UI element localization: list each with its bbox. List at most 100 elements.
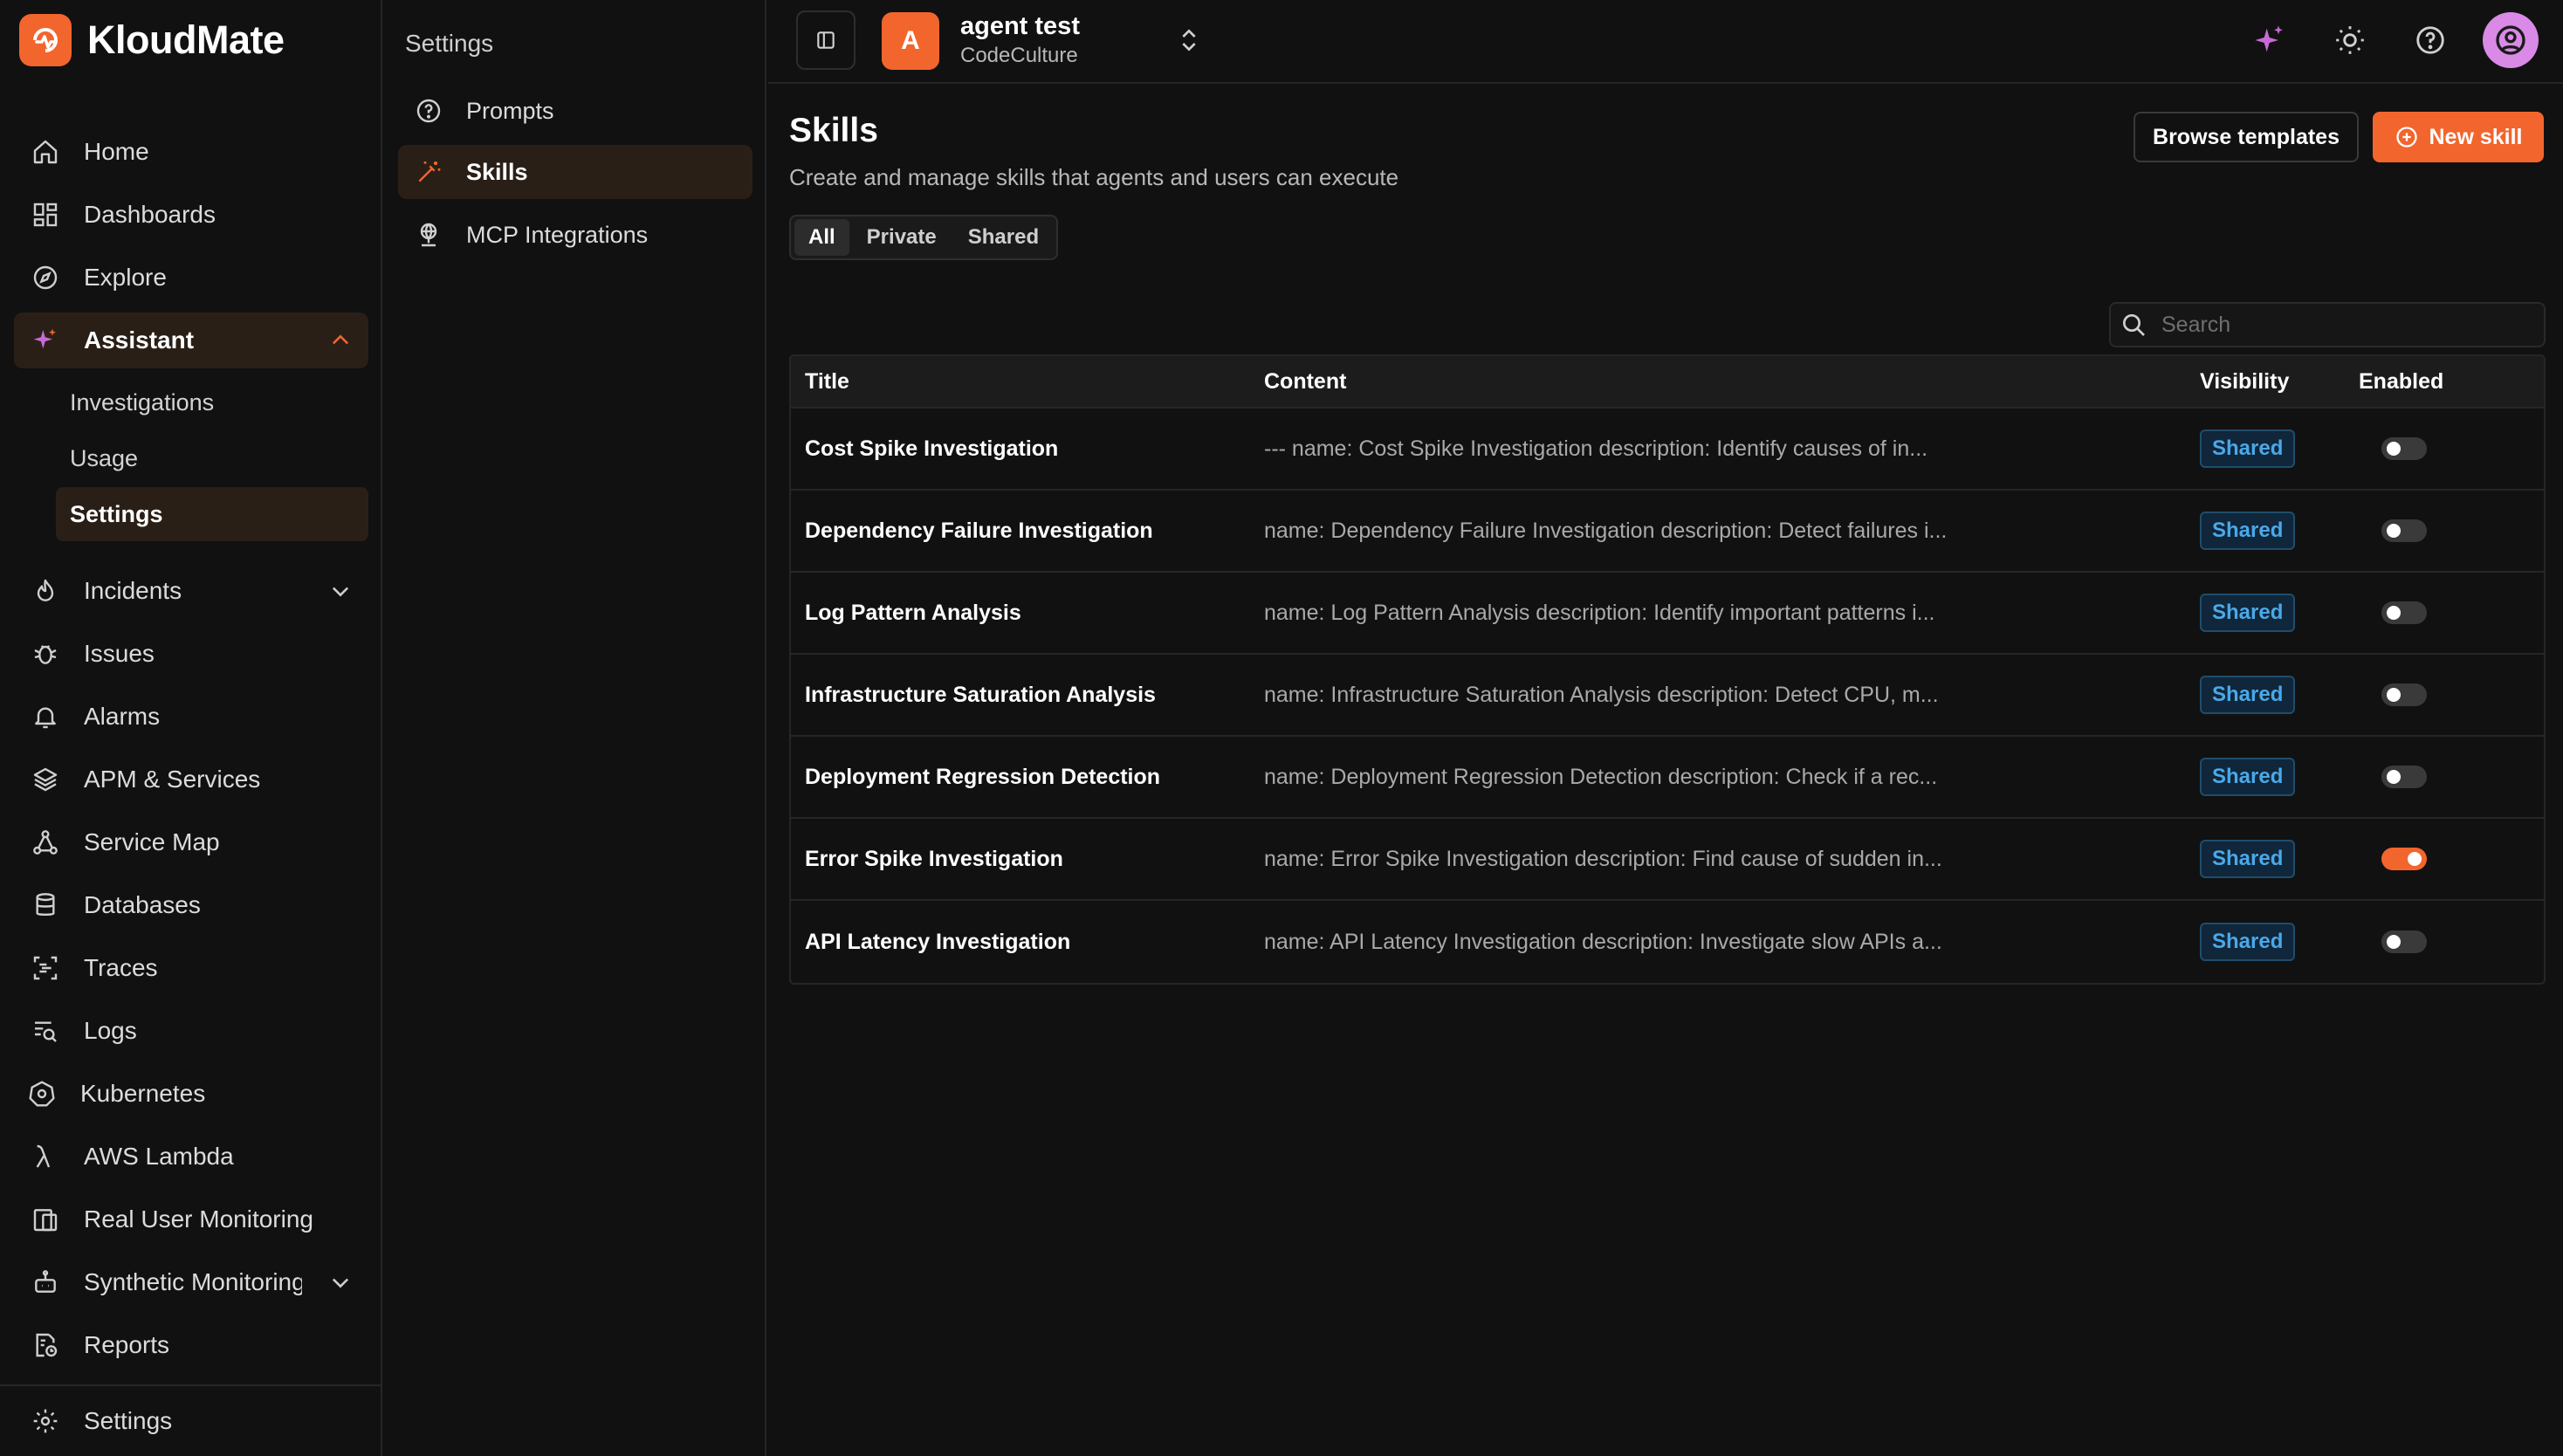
browse-templates-button[interactable]: Browse templates (2134, 112, 2359, 162)
sidebar-item-aws-lambda[interactable]: AWS Lambda (14, 1129, 368, 1185)
main-sidebar: KloudMate Home Dashboards Explore Assist… (0, 0, 382, 1456)
sidebar-item-incidents[interactable]: Incidents (14, 563, 368, 619)
skill-content: --- name: Cost Spike Investigation descr… (1264, 436, 1928, 461)
new-skill-button[interactable]: New skill (2373, 112, 2544, 162)
ai-sparkle-button[interactable] (2249, 19, 2291, 61)
column-header-enabled[interactable]: Enabled (2359, 369, 2533, 395)
skill-content: name: Log Pattern Analysis description: … (1264, 600, 1935, 625)
enabled-toggle[interactable] (2381, 766, 2427, 788)
sidebar-item-settings[interactable]: Settings (14, 1393, 368, 1449)
kubernetes-icon (24, 1076, 59, 1111)
skill-content: name: Deployment Regression Detection de… (1264, 764, 1938, 789)
enabled-toggle[interactable] (2381, 601, 2427, 624)
sidebar-item-issues[interactable]: Issues (14, 626, 368, 682)
skill-title: Cost Spike Investigation (805, 436, 1059, 461)
sidebar-item-databases[interactable]: Databases (14, 877, 368, 933)
skill-title: API Latency Investigation (805, 929, 1071, 954)
search-icon (2118, 309, 2149, 340)
filter-shared[interactable]: Shared (954, 219, 1053, 256)
home-icon (28, 134, 63, 169)
table-row[interactable]: API Latency Investigation name: API Late… (791, 901, 2544, 983)
sidebar-item-traces[interactable]: Traces (14, 940, 368, 996)
column-header-visibility[interactable]: Visibility (2200, 369, 2359, 395)
column-header-title[interactable]: Title (791, 369, 1264, 395)
sidebar-toggle-button[interactable] (796, 10, 855, 70)
skill-content: name: Infrastructure Saturation Analysis… (1264, 682, 1939, 707)
visibility-badge: Shared (2200, 758, 2296, 796)
subpanel-item-skills[interactable]: Skills (398, 145, 752, 199)
subpanel-item-mcp-integrations[interactable]: MCP Integrations (398, 208, 752, 262)
table-row[interactable]: Deployment Regression Detection name: De… (791, 737, 2544, 819)
enabled-toggle[interactable] (2381, 683, 2427, 706)
chevrons-up-down-icon[interactable] (1175, 24, 1203, 56)
column-header-content[interactable]: Content (1264, 369, 2200, 395)
gear-icon (28, 1404, 63, 1439)
bell-icon (28, 699, 63, 734)
sidebar-item-assistant[interactable]: Assistant (14, 312, 368, 368)
enabled-toggle[interactable] (2381, 848, 2427, 870)
sidebar-item-synthetic-monitoring[interactable]: Synthetic Monitoring (14, 1254, 368, 1310)
page-title: Skills (789, 112, 878, 149)
sidebar-item-reports[interactable]: Reports (14, 1317, 368, 1373)
skill-content: name: Error Spike Investigation descript… (1264, 846, 1942, 871)
sidebar-item-apm-services[interactable]: APM & Services (14, 752, 368, 807)
sidebar-item-service-map[interactable]: Service Map (14, 814, 368, 870)
rum-icon (28, 1202, 63, 1237)
subpanel-title: Settings (405, 30, 494, 57)
globe-network-icon (412, 218, 445, 251)
filter-private[interactable]: Private (853, 219, 951, 256)
brand-name: KloudMate (87, 17, 285, 62)
sidebar-item-kubernetes[interactable]: Kubernetes (14, 1066, 368, 1122)
org-name[interactable]: agent test (960, 12, 1080, 41)
sidebar-item-real-user-monitoring[interactable]: Real User Monitoring (14, 1192, 368, 1247)
search-input[interactable] (2161, 312, 2528, 338)
search-box (2109, 302, 2546, 347)
visibility-badge: Shared (2200, 676, 2296, 714)
sidebar-item-explore[interactable]: Explore (14, 250, 368, 306)
sidebar-item-logs[interactable]: Logs (14, 1003, 368, 1059)
topbar: A agent test CodeCulture (768, 0, 2563, 84)
sidebar-subitem-usage[interactable]: Usage (56, 431, 368, 485)
traces-icon (28, 951, 63, 986)
brand-logo[interactable]: KloudMate (19, 14, 285, 66)
sidebar-subitem-investigations[interactable]: Investigations (56, 375, 368, 429)
user-avatar[interactable] (2483, 12, 2539, 68)
theme-toggle-button[interactable] (2329, 19, 2371, 61)
table-row[interactable]: Error Spike Investigation name: Error Sp… (791, 819, 2544, 901)
visibility-badge: Shared (2200, 512, 2296, 550)
sidebar-item-home[interactable]: Home (14, 124, 368, 180)
lambda-icon (28, 1139, 63, 1174)
enabled-toggle[interactable] (2381, 437, 2427, 460)
skill-title: Infrastructure Saturation Analysis (805, 682, 1156, 707)
dashboard-icon (28, 197, 63, 232)
chevron-up-icon[interactable] (328, 328, 353, 353)
chevron-down-icon[interactable] (328, 1270, 353, 1295)
service-map-icon (28, 825, 63, 860)
sidebar-item-dashboards[interactable]: Dashboards (14, 187, 368, 243)
enabled-toggle[interactable] (2381, 519, 2427, 542)
filter-all[interactable]: All (794, 219, 849, 256)
table-row[interactable]: Dependency Failure Investigation name: D… (791, 491, 2544, 573)
table-row[interactable]: Cost Spike Investigation --- name: Cost … (791, 409, 2544, 491)
plus-circle-icon (2395, 127, 2417, 148)
enabled-toggle[interactable] (2381, 931, 2427, 953)
help-button[interactable] (2409, 19, 2451, 61)
subpanel-item-prompts[interactable]: Prompts (398, 84, 752, 138)
main-content: Skills Create and manage skills that age… (768, 86, 2563, 1456)
sidebar-footer: Settings (0, 1384, 381, 1434)
table-row[interactable]: Infrastructure Saturation Analysis name:… (791, 655, 2544, 737)
kloudmate-logo-icon (19, 14, 72, 66)
settings-subpanel: Settings Prompts Skills MCP Integrations (384, 0, 766, 1456)
sidebar-item-alarms[interactable]: Alarms (14, 689, 368, 745)
help-circle-icon (2416, 26, 2444, 54)
chevron-down-icon[interactable] (328, 579, 353, 603)
table-row[interactable]: Log Pattern Analysis name: Log Pattern A… (791, 573, 2544, 655)
sidebar-subitem-settings[interactable]: Settings (56, 487, 368, 541)
panel-left-icon (817, 31, 835, 49)
skill-content: name: API Latency Investigation descript… (1264, 929, 1942, 954)
bug-icon (28, 636, 63, 671)
flame-icon (28, 573, 63, 608)
visibility-badge: Shared (2200, 840, 2296, 878)
org-avatar[interactable]: A (882, 12, 939, 70)
skill-title: Dependency Failure Investigation (805, 518, 1153, 543)
